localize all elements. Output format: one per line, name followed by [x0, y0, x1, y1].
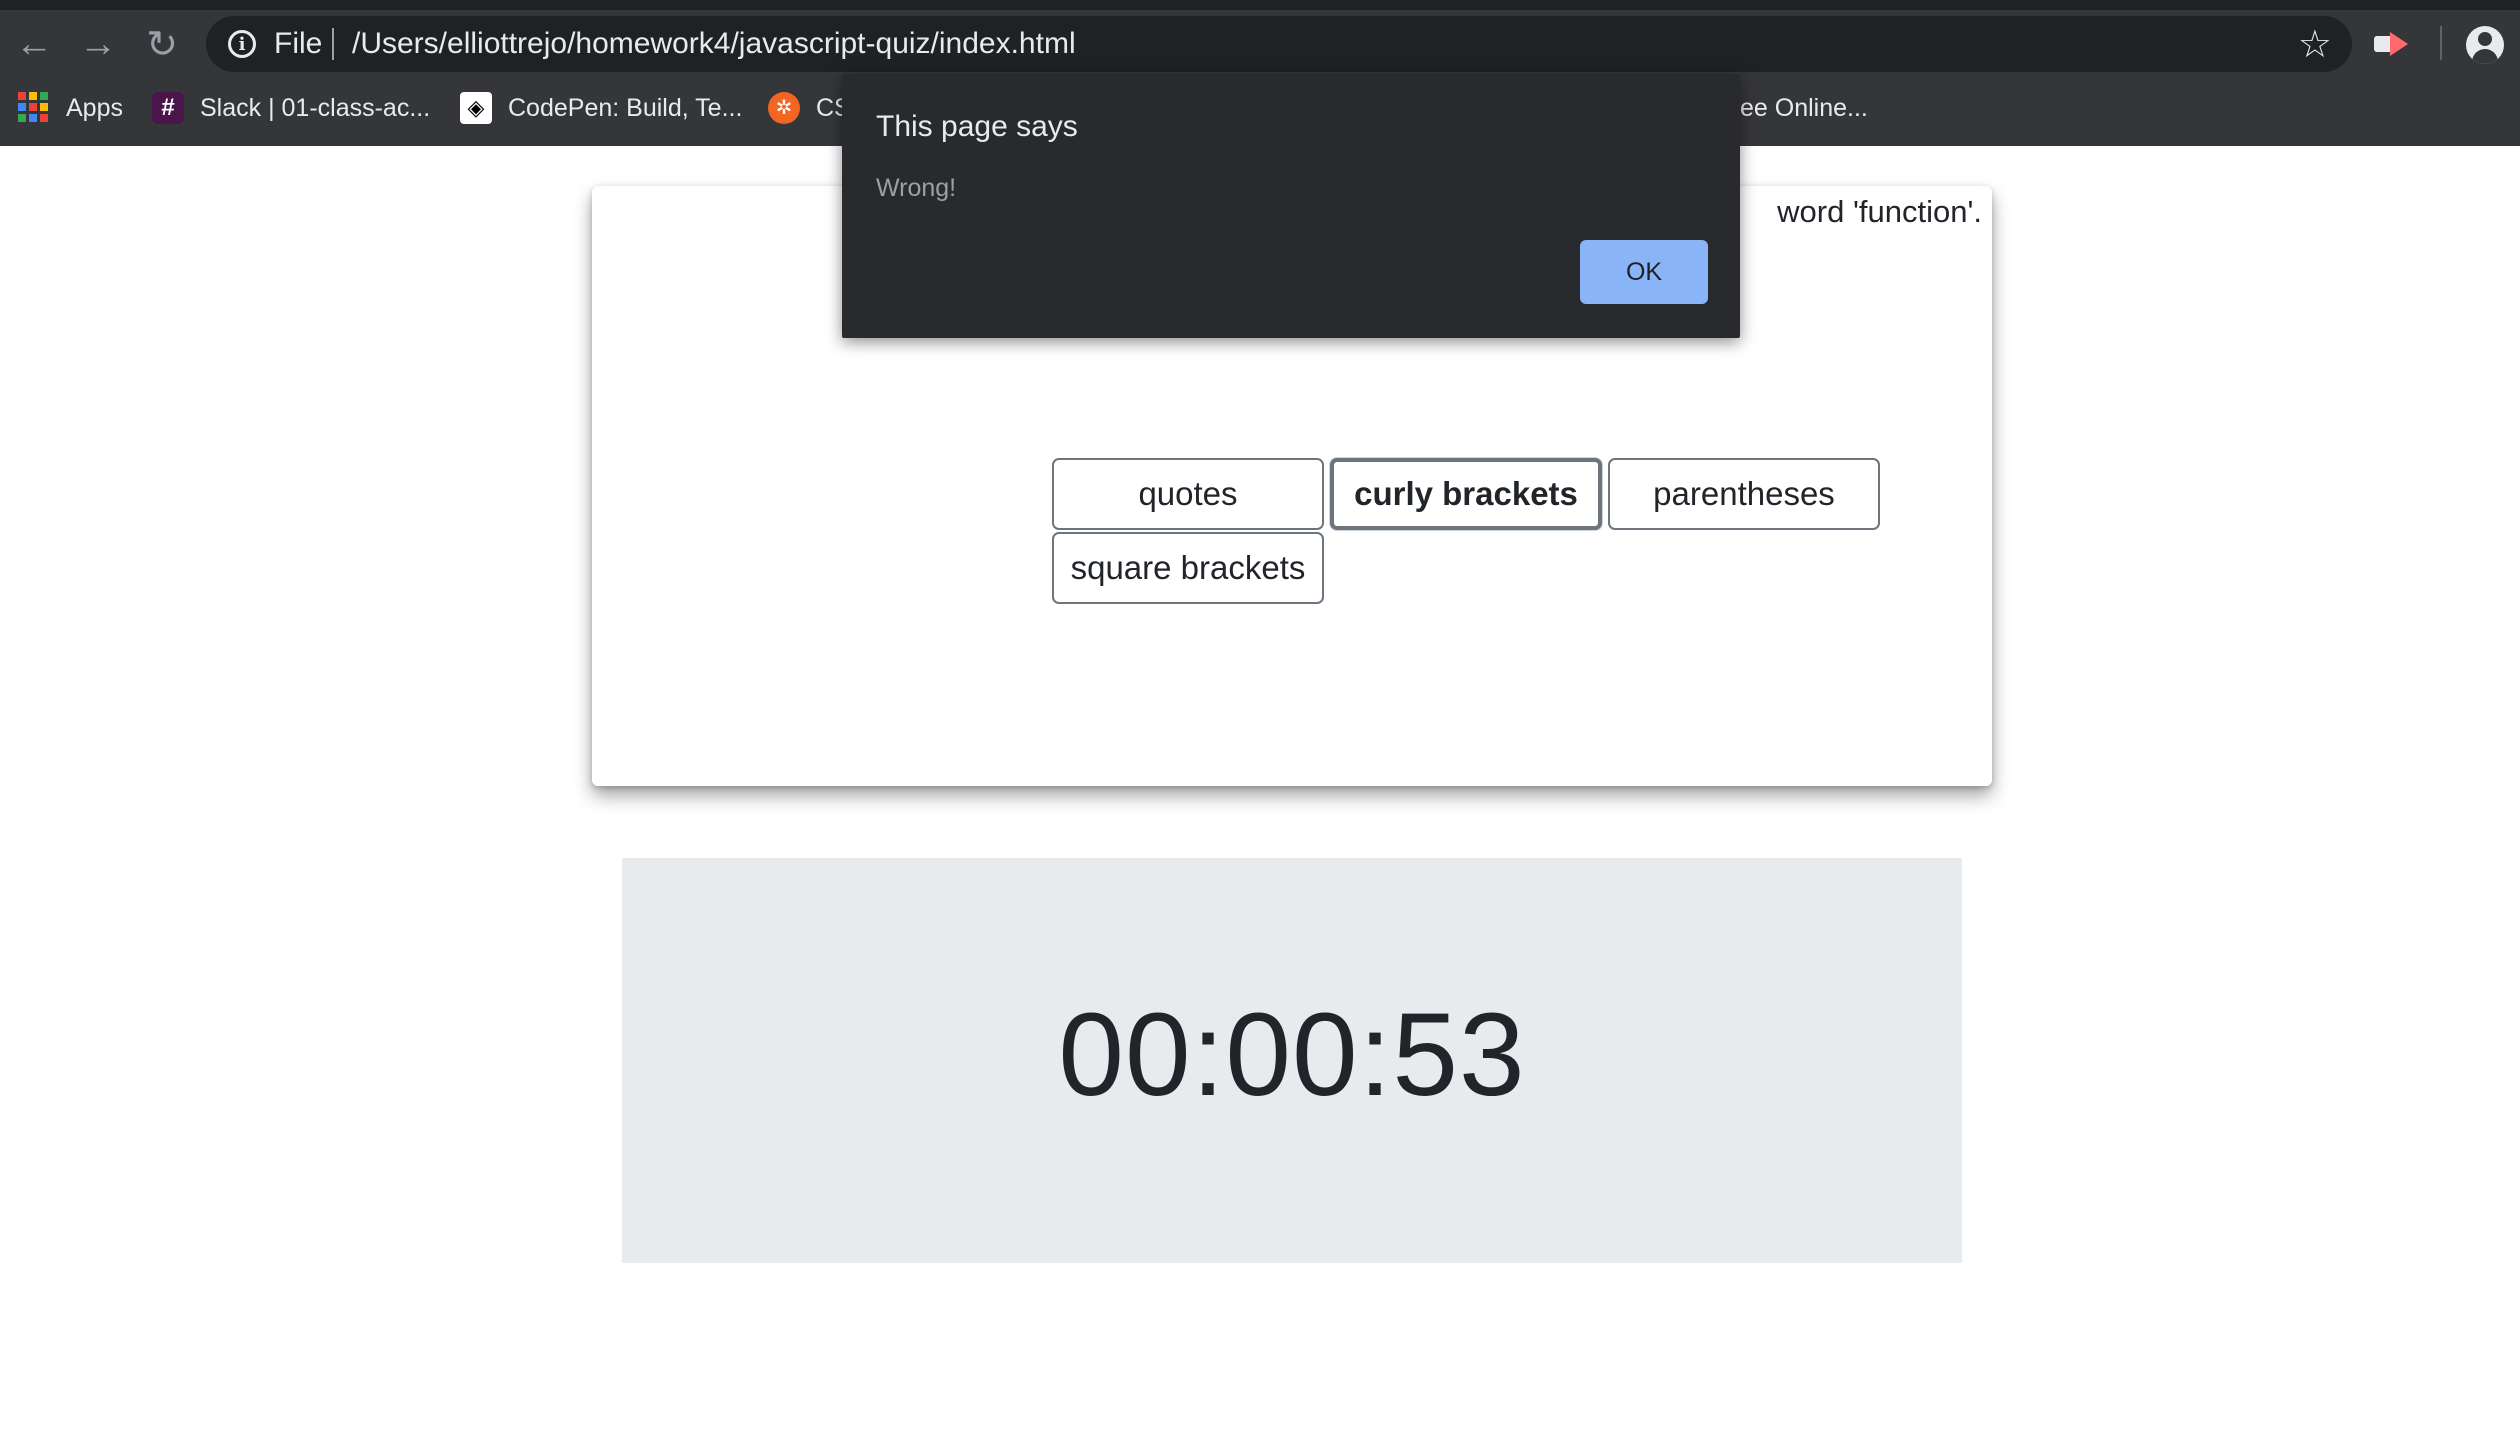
extension-icon[interactable] — [2372, 26, 2410, 62]
slack-icon: # — [152, 92, 184, 124]
info-icon[interactable]: i — [228, 30, 256, 58]
answer-button-quotes[interactable]: quotes — [1052, 458, 1324, 530]
bookmark-label: ee Online... — [1740, 93, 1868, 122]
bookmark-label: Slack | 01-class-ac... — [200, 93, 431, 122]
alert-dialog: This page says Wrong! OK — [842, 74, 1740, 338]
address-bar[interactable]: i File /Users/elliottrejo/homework4/java… — [206, 16, 2352, 72]
ok-button[interactable]: OK — [1580, 240, 1708, 304]
url-text[interactable]: /Users/elliottrejo/homework4/javascript-… — [352, 27, 1076, 61]
timer-display: 00:00:53 — [1058, 988, 1526, 1121]
forward-icon[interactable]: → — [74, 20, 122, 68]
answer-button-curly-brackets[interactable]: curly brackets — [1330, 458, 1602, 530]
bookmark-online[interactable]: ee Online... — [1740, 86, 1868, 130]
bookmark-star-icon[interactable]: ☆ — [2298, 22, 2332, 67]
bookmark-apps[interactable]: Apps — [18, 86, 123, 130]
profile-avatar-icon[interactable] — [2466, 26, 2504, 64]
timer-panel: 00:00:53 — [622, 858, 1962, 1263]
codepen-icon: ◈ — [460, 92, 492, 124]
answer-button-square-brackets[interactable]: square brackets — [1052, 532, 1324, 604]
bookmark-label: CodePen: Build, Te... — [508, 93, 743, 122]
scheme-label: File — [274, 27, 323, 60]
bookmark-cs[interactable]: ✲ CS — [768, 86, 851, 130]
reload-icon[interactable]: ↻ — [138, 20, 186, 68]
toolbar-divider — [2440, 26, 2442, 60]
apps-grid-icon — [18, 92, 50, 124]
dialog-title: This page says — [876, 110, 1078, 143]
omnibox-divider — [332, 28, 334, 60]
bookmark-label: Apps — [66, 93, 123, 122]
back-icon[interactable]: ← — [10, 20, 58, 68]
bookmark-codepen[interactable]: ◈ CodePen: Build, Te... — [460, 86, 742, 130]
cs-icon: ✲ — [768, 92, 800, 124]
tab-strip — [0, 0, 2520, 10]
dialog-message: Wrong! — [876, 174, 957, 202]
bookmark-slack[interactable]: # Slack | 01-class-ac... — [152, 86, 430, 130]
answer-button-parentheses[interactable]: parentheses — [1608, 458, 1880, 530]
